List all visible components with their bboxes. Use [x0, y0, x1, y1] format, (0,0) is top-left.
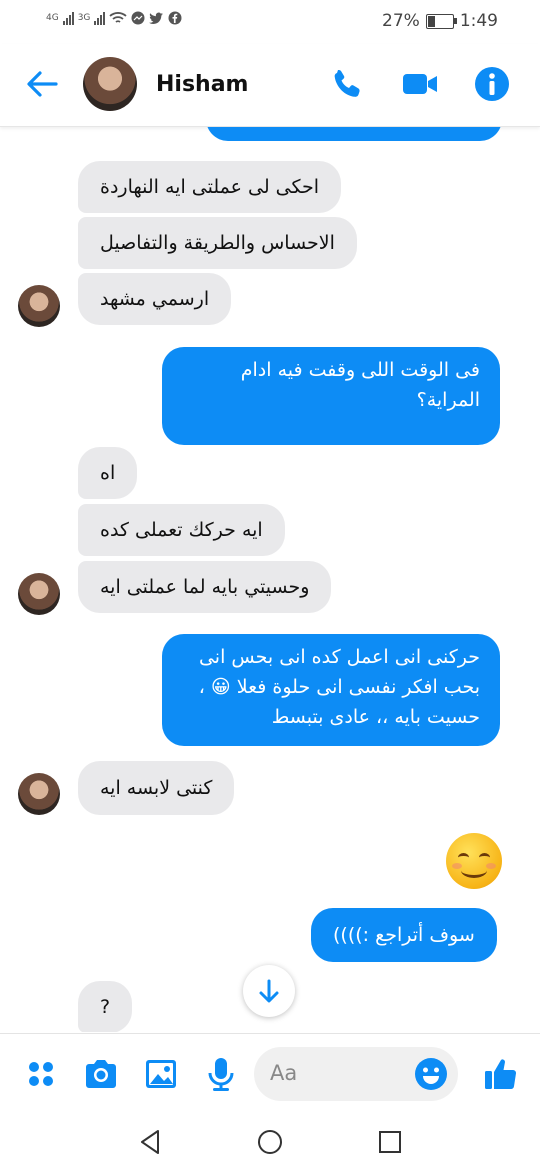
thumbs-up-icon[interactable] [482, 1055, 520, 1093]
message-input-placeholder: Aa [270, 1061, 298, 1085]
network-type-4g: 4G [46, 13, 59, 23]
info-icon[interactable] [474, 66, 510, 102]
nav-home-icon[interactable] [255, 1127, 285, 1157]
conversation-header: Hisham [0, 44, 540, 127]
back-arrow-icon[interactable] [24, 66, 60, 102]
menu-dots-icon[interactable] [22, 1055, 60, 1093]
message-bubble-incoming[interactable]: الاحساس والطريقة والتفاصيل [78, 217, 357, 269]
contact-name[interactable]: Hisham [156, 72, 248, 97]
message-bubble-incoming[interactable]: ارسمي مشهد [78, 273, 232, 325]
message-bubble-outgoing[interactable]: فى الوقت اللى وقفت فيه ادام المراية؟ [162, 347, 500, 445]
status-icons-left: 4G 3G [46, 11, 182, 25]
emoji-icon[interactable] [414, 1057, 448, 1091]
arrow-down-icon [259, 979, 279, 1003]
message-composer: Aa [0, 1033, 540, 1114]
gallery-icon[interactable] [142, 1055, 180, 1093]
message-bubble-incoming[interactable]: وحسيتي بايه لما عملتى ايه [78, 561, 332, 613]
nav-recents-icon[interactable] [375, 1127, 405, 1157]
message-list[interactable]: احكى لى عملتى ايه النهاردة الاحساس والطر… [0, 127, 540, 1032]
message-bubble-outgoing-partial [206, 127, 502, 141]
system-navigation-bar [0, 1113, 540, 1170]
message-bubble-outgoing[interactable]: حركنى انى اعمل كده انى بحس انى بحب افكر … [162, 634, 500, 746]
battery-icon [425, 13, 457, 29]
message-bubble-incoming[interactable]: كنتى لابسه ايه [78, 761, 235, 815]
message-line: فى الوقت اللى وقفت فيه ادام [240, 359, 480, 381]
phone-icon[interactable] [330, 66, 366, 102]
scroll-to-bottom-button[interactable] [243, 965, 295, 1017]
sender-avatar[interactable] [18, 285, 60, 327]
message-bubble-incoming[interactable]: ايه حركك تعملى كده [78, 504, 285, 556]
nav-back-icon[interactable] [136, 1127, 166, 1157]
status-icons-right: 27% 1:49 [382, 11, 498, 31]
sender-avatar[interactable] [18, 573, 60, 615]
video-camera-icon[interactable] [402, 66, 438, 102]
messenger-notification-icon [131, 11, 145, 25]
message-bubble-incoming[interactable]: احكى لى عملتى ايه النهاردة [78, 161, 342, 213]
wifi-icon [109, 12, 128, 23]
message-line: حسيت بايه ،، عادى بتبسط [271, 706, 480, 728]
message-line: المراية؟ [416, 389, 480, 411]
twitter-notification-icon [149, 12, 164, 24]
battery-percent: 27% [382, 11, 420, 31]
smiling-face-emoji[interactable] [446, 833, 502, 889]
contact-avatar[interactable] [83, 57, 137, 111]
battery-level [427, 15, 435, 27]
message-line: حركنى انى اعمل كده انى بحس انى [198, 646, 480, 668]
message-input[interactable]: Aa [254, 1047, 458, 1101]
status-bar: 4G 3G 27% 1:49 [0, 0, 540, 44]
camera-icon[interactable] [82, 1055, 120, 1093]
facebook-notification-icon [168, 11, 182, 25]
clock: 1:49 [459, 11, 498, 31]
sender-avatar[interactable] [18, 773, 60, 815]
signal-icon-2 [94, 11, 106, 25]
message-bubble-outgoing[interactable]: سوف أتراجع :)))) [311, 908, 497, 962]
message-bubble-incoming[interactable]: اه [78, 447, 138, 499]
message-line: بحب افكر نفسى انى حلوة فعلا 😀 ، [198, 676, 480, 698]
microphone-icon[interactable] [202, 1055, 240, 1093]
message-bubble-incoming[interactable]: ? [78, 981, 133, 1032]
network-type-3g: 3G [77, 13, 91, 23]
signal-icon [62, 11, 74, 25]
